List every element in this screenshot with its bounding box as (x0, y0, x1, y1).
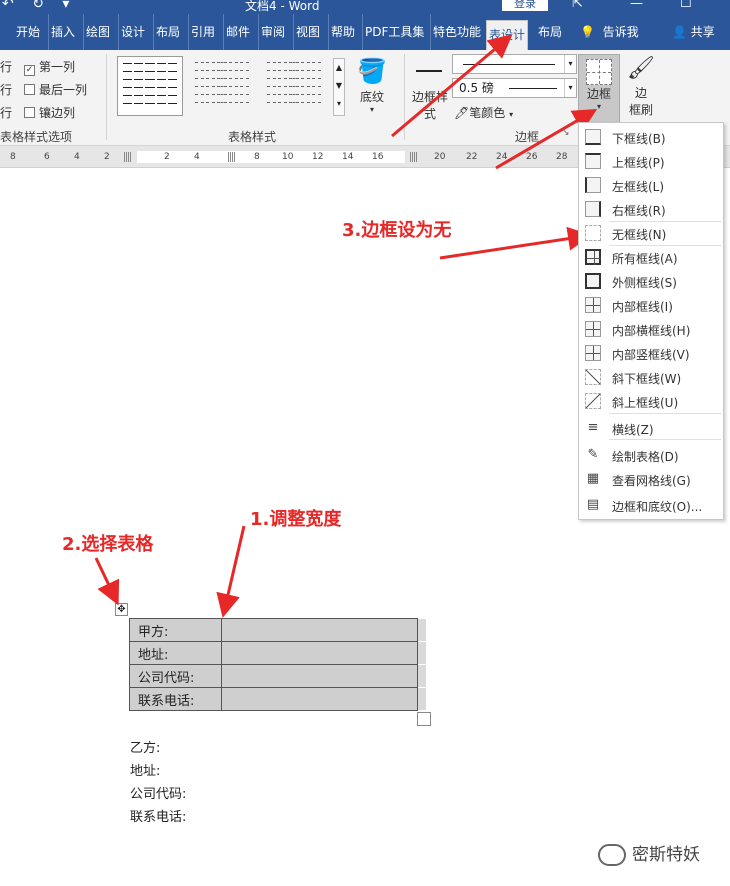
draw-table-icon: ✎ (587, 447, 599, 462)
menu-item-label: 左框线(L) (612, 180, 665, 194)
menu-item-view-gridlines[interactable]: ▦ 查看网格线(G) (579, 469, 723, 491)
menu-item-all-borders[interactable]: 所有框线(A) (579, 247, 723, 269)
arrow-to-design-tab (391, 34, 513, 138)
menu-item-bottom-border[interactable]: 下框线(B) (579, 127, 723, 149)
diagonal-down-border-icon (585, 369, 601, 385)
top-border-icon (585, 153, 601, 169)
menu-item-label: 边框和底纹(O)... (612, 500, 703, 514)
menu-item-label: 斜上框线(U) (612, 396, 679, 410)
menu-item-draw-table[interactable]: ✎ 绘制表格(D) (579, 445, 723, 467)
arrow-to-column-border (216, 525, 246, 618)
menu-separator (609, 245, 721, 246)
menu-separator (609, 439, 721, 440)
menu-item-left-border[interactable]: 左框线(L) (579, 175, 723, 197)
menu-item-label: 右框线(R) (612, 204, 666, 218)
menu-item-inside-horizontal-border[interactable]: 内部横框线(H) (579, 319, 723, 341)
menu-item-no-border[interactable]: 无框线(N) (579, 223, 723, 245)
menu-item-label: 下框线(B) (612, 132, 666, 146)
menu-item-label: 查看网格线(G) (612, 474, 691, 488)
menu-item-label: 内部横框线(H) (612, 324, 691, 338)
diagonal-up-border-icon (585, 393, 601, 409)
menu-item-borders-and-shading[interactable]: ▤ 边框和底纹(O)... (579, 495, 723, 517)
menu-item-label: 内部竖框线(V) (612, 348, 690, 362)
menu-item-label: 无框线(N) (612, 228, 667, 242)
inside-horizontal-border-icon (585, 321, 601, 337)
menu-separator (609, 221, 721, 222)
menu-item-label: 上框线(P) (612, 156, 665, 170)
menu-item-label: 斜下框线(W) (612, 372, 682, 386)
borders-dropdown-menu: 下框线(B) 上框线(P) 左框线(L) 右框线(R) 无框线(N) 所有框线(A) 外侧框… (578, 122, 724, 520)
left-border-icon (585, 177, 601, 193)
menu-item-inside-borders[interactable]: 内部框线(I) (579, 295, 723, 317)
view-gridlines-icon: ▦ (586, 471, 600, 486)
right-border-icon (585, 201, 601, 217)
menu-item-label: 外侧框线(S) (612, 276, 677, 290)
menu-item-label: 所有框线(A) (612, 252, 678, 266)
watermark: 密斯特妖 (598, 840, 700, 866)
menu-item-horizontal-line[interactable]: ≡ 横线(Z) (579, 418, 723, 440)
menu-item-diagonal-down-border[interactable]: 斜下框线(W) (579, 367, 723, 389)
menu-item-label: 绘制表格(D) (612, 450, 679, 464)
menu-item-inside-vertical-border[interactable]: 内部竖框线(V) (579, 343, 723, 365)
no-border-icon (585, 225, 601, 241)
borders-and-shading-icon: ▤ (586, 497, 600, 512)
inside-borders-icon (585, 297, 601, 313)
menu-item-diagonal-up-border[interactable]: 斜上框线(U) (579, 391, 723, 413)
menu-item-outside-borders[interactable]: 外侧框线(S) (579, 271, 723, 293)
outside-borders-icon (585, 273, 601, 289)
horizontal-line-icon: ≡ (587, 420, 599, 435)
menu-item-label: 横线(Z) (612, 423, 654, 437)
menu-item-label: 内部框线(I) (612, 300, 673, 314)
inside-vertical-border-icon (585, 345, 601, 361)
watermark-text: 密斯特妖 (632, 845, 700, 865)
menu-separator (609, 413, 721, 414)
bottom-border-icon (585, 129, 601, 145)
wechat-icon (598, 844, 626, 866)
arrow-to-no-border (439, 226, 592, 260)
arrow-to-move-handle (94, 557, 120, 606)
menu-item-top-border[interactable]: 上框线(P) (579, 151, 723, 173)
menu-item-right-border[interactable]: 右框线(R) (579, 199, 723, 221)
all-borders-icon (585, 249, 601, 265)
